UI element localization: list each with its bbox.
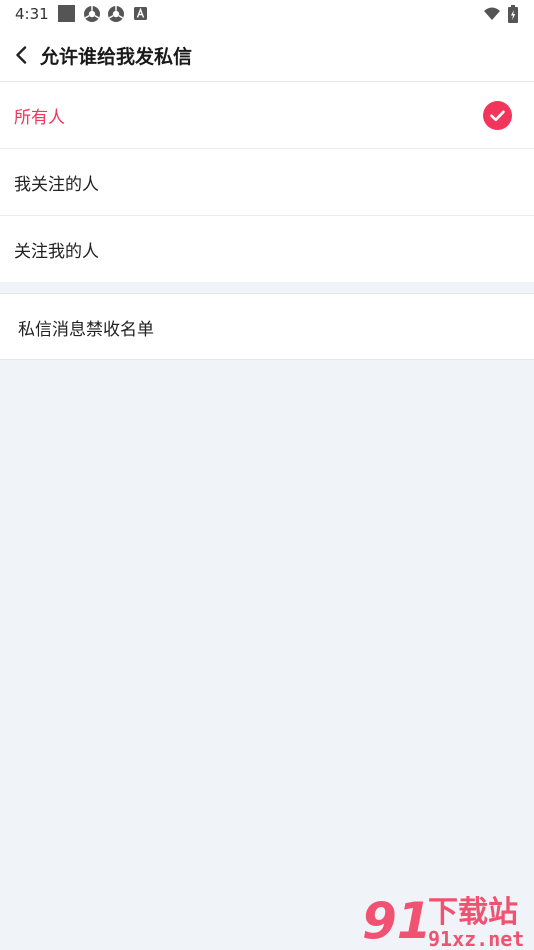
battery-icon <box>508 5 518 23</box>
chevron-left-icon <box>16 46 27 64</box>
option-my-followers[interactable]: 关注我的人 <box>0 216 534 282</box>
chrome-icon <box>108 6 124 22</box>
section-divider <box>0 282 534 294</box>
a-icon <box>134 7 147 20</box>
permission-option-list: 所有人 我关注的人 关注我的人 <box>0 82 534 282</box>
square-icon <box>58 5 75 22</box>
option-people-i-follow[interactable]: 我关注的人 <box>0 149 534 216</box>
status-time: 4:31 <box>15 5 49 23</box>
status-bar: 4:31 <box>0 0 534 28</box>
wifi-icon <box>484 7 500 20</box>
back-button[interactable] <box>8 38 38 70</box>
option-label: 关注我的人 <box>14 242 99 262</box>
nav-bar: 允许谁给我发私信 <box>0 28 534 82</box>
blocklist-label: 私信消息禁收名单 <box>18 320 154 340</box>
watermark-domain: 91xz.net <box>428 927 524 950</box>
watermark-brand-text: 下载站 <box>428 895 518 930</box>
message-blocklist-row[interactable]: 私信消息禁收名单 <box>0 294 534 360</box>
checkmark-icon <box>483 101 512 130</box>
option-label: 我关注的人 <box>14 175 99 195</box>
option-label: 所有人 <box>14 108 65 128</box>
page-title: 允许谁给我发私信 <box>40 46 193 68</box>
chrome-icon <box>84 6 100 22</box>
option-everyone[interactable]: 所有人 <box>0 82 534 149</box>
site-watermark-logo: 91 下载站 91xz.net <box>362 892 524 950</box>
watermark-brand-number: 91 <box>362 892 432 950</box>
